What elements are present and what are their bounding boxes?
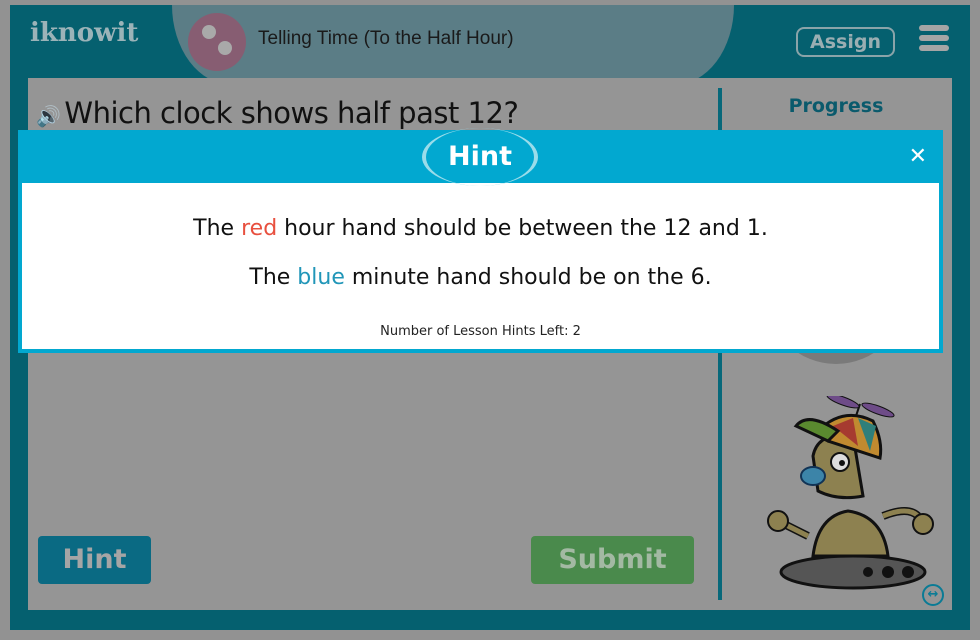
iknowit-logo[interactable]: iknowit	[30, 18, 138, 48]
hint-modal-header: Hint ✕	[18, 128, 943, 186]
hint-text: The	[249, 265, 298, 290]
hint-button[interactable]: Hint	[38, 536, 151, 584]
topic-icon	[188, 13, 246, 71]
close-icon[interactable]: ✕	[909, 144, 927, 169]
submit-button[interactable]: Submit	[531, 536, 694, 584]
question-text: Which clock shows half past 12?	[64, 96, 519, 130]
robot-mascot-image	[767, 396, 934, 590]
speaker-icon[interactable]: 🔊	[36, 104, 61, 128]
hint-modal: Hint ✕ The red hour hand should be betwe…	[18, 128, 943, 353]
hint-line-1: The red hour hand should be between the …	[22, 216, 939, 241]
topic-title: Telling Time (To the Half Hour)	[258, 28, 514, 49]
hint-text: hour hand should be between the 12 and 1…	[277, 216, 768, 241]
hint-highlight-blue: blue	[297, 265, 345, 290]
expand-icon[interactable]: ↔	[922, 584, 944, 606]
assign-button[interactable]: Assign	[796, 27, 895, 57]
hint-modal-title: Hint	[422, 128, 538, 186]
hamburger-icon[interactable]	[919, 25, 949, 55]
hint-text: The	[193, 216, 242, 241]
progress-label: Progress	[788, 95, 884, 117]
hint-text: minute hand should be on the 6.	[344, 265, 712, 290]
question: 🔊 Which clock shows half past 12?	[36, 96, 519, 130]
hints-left-count: Number of Lesson Hints Left: 2	[380, 324, 581, 339]
hint-line-2: The blue minute hand should be on the 6.	[22, 265, 939, 290]
hint-highlight-red: red	[241, 216, 278, 241]
